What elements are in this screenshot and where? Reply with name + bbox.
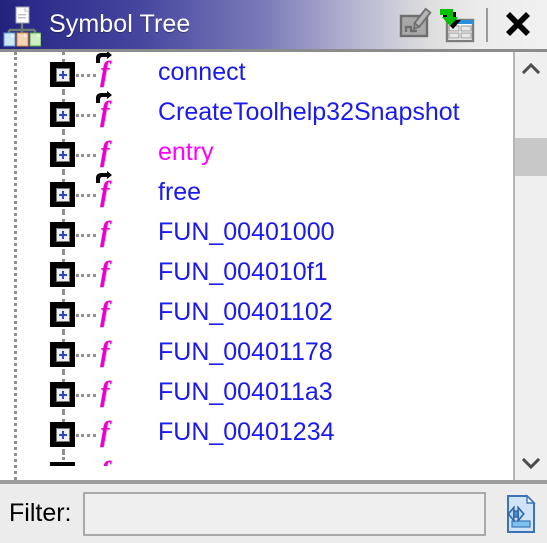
tree-row-label: FUN_00401178: [158, 338, 333, 366]
scroll-down-button[interactable]: [514, 446, 547, 480]
tree-row[interactable]: f entry: [0, 132, 513, 172]
function-icon: f: [96, 91, 126, 128]
tree-row[interactable]: f FUN_004010f1: [0, 252, 513, 292]
tree-row[interactable]: f connect: [0, 52, 513, 92]
tree-row-label: FUN_00401102: [158, 298, 333, 326]
tree-row[interactable]: f FUN_00401234: [0, 412, 513, 452]
chevron-down-icon: [521, 457, 541, 470]
function-icon: f: [96, 171, 126, 208]
symbol-tree-panel: Symbol Tree f connect f CreateToolhelp32…: [0, 0, 547, 543]
symbol-tree-list[interactable]: f connect f CreateToolhelp32Snapshot f entry f…: [0, 52, 513, 480]
tree-connector-horizontal: [76, 194, 96, 197]
tree-connector-horizontal: [76, 314, 96, 317]
symbol-tree-hierarchy-icon: [3, 3, 42, 47]
function-icon: f: [100, 417, 110, 448]
scrollbar-thumb[interactable]: [515, 138, 547, 176]
function-icon: f: [100, 217, 110, 248]
thunk-arrow-icon: [96, 52, 112, 63]
tree-connector-horizontal: [76, 154, 96, 157]
expand-toggle-plus-icon[interactable]: [50, 102, 75, 127]
expand-toggle-plus-icon[interactable]: [50, 62, 75, 87]
tree-row[interactable]: f FUN_00401000: [0, 212, 513, 252]
tree-connector-horizontal: [76, 234, 96, 237]
titlebar: Symbol Tree: [0, 0, 547, 52]
expand-toggle-plus-icon[interactable]: [50, 182, 75, 207]
tree-row-label: FUN_004011a3: [158, 378, 333, 406]
filter-bar: Filter:: [0, 484, 547, 543]
filter-options-button[interactable]: [495, 492, 539, 536]
tree-row-label: CreateToolhelp32Snapshot: [158, 98, 460, 126]
function-icon: f: [100, 337, 110, 368]
tree-connector-horizontal: [76, 354, 96, 357]
expand-toggle-plus-icon[interactable]: [50, 302, 75, 327]
expand-toggle-plus-icon[interactable]: [50, 262, 75, 287]
toolbar-divider: [486, 7, 488, 42]
tree-connector-horizontal: [76, 74, 96, 77]
function-icon: f: [100, 377, 110, 408]
tree-body: f connect f CreateToolhelp32Snapshot f entry f…: [0, 52, 547, 484]
tree-row-label: entry: [158, 138, 214, 166]
bottom-strip: [0, 538, 547, 543]
tree-row[interactable]: f FUN_004011a3: [0, 372, 513, 412]
filter-options-document-icon: [507, 493, 536, 533]
expand-toggle-plus-icon[interactable]: [50, 222, 75, 247]
close-button[interactable]: [495, 2, 541, 48]
tree-row-label: connect: [158, 58, 246, 86]
window-title: Symbol Tree: [49, 10, 191, 38]
tree-row[interactable]: f CreateToolhelp32Snapshot: [0, 91, 513, 132]
function-icon: f: [100, 297, 110, 328]
tree-row-label: FUN_004010f1: [158, 258, 328, 286]
insert-into-table-button[interactable]: [437, 4, 479, 46]
green-arrow-into-table-icon: [440, 8, 475, 42]
tree-row-label: FUN_00401234: [158, 418, 335, 446]
vertical-scrollbar[interactable]: [513, 52, 547, 480]
function-icon: f: [96, 52, 126, 88]
tree-row-label: free: [158, 178, 202, 206]
function-icon: f: [96, 458, 126, 467]
filter-label: Filter:: [9, 499, 72, 527]
pencil-window-icon: [399, 7, 432, 37]
expand-toggle-plus-icon[interactable]: [50, 382, 75, 407]
expand-toggle-plus-icon[interactable]: [50, 142, 75, 167]
tree-connector-horizontal: [76, 394, 96, 397]
scrollbar-track[interactable]: [515, 86, 547, 446]
filter-input[interactable]: [82, 491, 486, 536]
function-icon: f: [100, 137, 110, 168]
chevron-up-icon: [521, 62, 541, 75]
tree-row[interactable]: f free: [0, 171, 513, 212]
function-icon: f: [100, 257, 110, 288]
tree-connector-horizontal: [76, 434, 96, 437]
close-x-icon: [506, 11, 530, 36]
tree-row[interactable]: f FUN_00401102: [0, 292, 513, 332]
edit-in-window-button[interactable]: [395, 4, 437, 46]
tree-row[interactable]: f FUN_00401178: [0, 332, 513, 372]
tree-connector-horizontal: [76, 274, 96, 277]
tree-row-label: FUN_00401000: [158, 218, 335, 246]
thunk-arrow-icon: [96, 91, 112, 103]
expand-toggle-plus-icon[interactable]: [50, 422, 75, 447]
expand-toggle-plus-icon[interactable]: [50, 342, 75, 367]
thunk-arrow-icon: [96, 171, 112, 183]
scroll-up-button[interactable]: [514, 52, 547, 86]
expand-toggle-plus-icon[interactable]: [50, 462, 75, 466]
tree-connector-horizontal: [76, 114, 96, 117]
tree-row[interactable]: f: [0, 452, 513, 466]
